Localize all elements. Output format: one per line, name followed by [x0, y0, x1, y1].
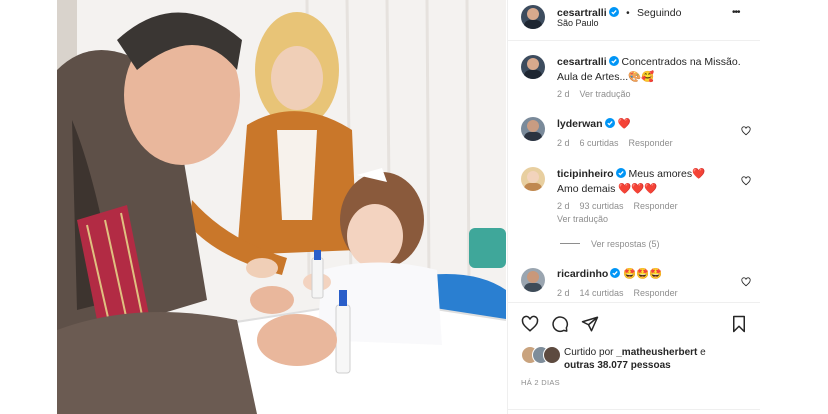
comment-meta: 2 d 6 curtidas Responder: [557, 138, 683, 148]
verified-icon: [608, 56, 619, 70]
comment-text: ❤️: [617, 118, 631, 130]
comment-text-line2: Amo demais ❤️❤️❤️: [557, 183, 658, 195]
comment-ricardinho: ricardinho 🤩🤩🤩: [557, 267, 663, 282]
separator-dot: •: [626, 8, 630, 19]
reply-button[interactable]: Responder: [634, 288, 678, 298]
post-photo: [57, 0, 506, 414]
see-translation-link[interactable]: Ver tradução: [557, 214, 608, 224]
liked-by-others[interactable]: outras 38.077 pessoas: [564, 360, 671, 371]
share-send-icon[interactable]: [581, 315, 599, 338]
comment-avatar-lyderwan[interactable]: [521, 117, 545, 141]
author-avatar[interactable]: [521, 5, 545, 29]
comment-text: 🤩🤩🤩: [623, 268, 663, 280]
caption-text-line1: Concentrados na Missão.: [621, 56, 741, 68]
verified-icon: [608, 4, 619, 22]
comment-like-heart-icon[interactable]: [741, 173, 751, 191]
caption-time[interactable]: 2 d: [557, 89, 570, 99]
comment-box-divider: [508, 409, 761, 410]
comment-username[interactable]: ricardinho: [557, 268, 608, 280]
comment-lyderwan: lyderwan ❤️: [557, 117, 631, 132]
see-translation-link[interactable]: Ver tradução: [580, 89, 631, 99]
comment-meta: 2 d 14 curtidas Responder: [557, 288, 688, 298]
comment-time[interactable]: 2 d: [557, 288, 570, 298]
comment-likes[interactable]: 6 curtidas: [580, 138, 619, 148]
comment-username[interactable]: ticipinheiro: [557, 168, 614, 180]
post-photo-illustration: [57, 0, 506, 414]
comment-time[interactable]: 2 d: [557, 201, 570, 211]
liked-by-prefix: Curtido por: [564, 347, 614, 358]
comment-like-heart-icon[interactable]: [741, 123, 751, 141]
save-bookmark-icon[interactable]: [731, 315, 747, 338]
comment-likes[interactable]: 14 curtidas: [580, 288, 624, 298]
post-side-panel: cesartralli • Seguindo São Paulo ••• ces…: [507, 0, 761, 414]
post-location[interactable]: São Paulo: [557, 18, 599, 28]
comment-avatar-ticipinheiro[interactable]: [521, 167, 545, 191]
liker-avatar[interactable]: [543, 346, 561, 364]
more-options-icon[interactable]: •••: [732, 7, 740, 18]
reply-button[interactable]: Responder: [634, 201, 678, 211]
post-header: cesartralli • Seguindo São Paulo •••: [508, 0, 761, 41]
comment-username[interactable]: lyderwan: [557, 118, 603, 130]
follow-status[interactable]: Seguindo: [637, 7, 681, 19]
caption-avatar[interactable]: [521, 55, 545, 79]
modal-backdrop-edge[interactable]: [760, 0, 828, 414]
comment-ticipinheiro: ticipinheiro Meus amores❤️ Amo demais ❤️…: [557, 167, 705, 196]
comment-meta: 2 d 93 curtidas Responder: [557, 201, 688, 211]
comment-likes[interactable]: 93 curtidas: [580, 201, 624, 211]
comment-bubble-icon[interactable]: [551, 315, 569, 338]
post-actions-bar: Curtido por _matheusherbert e outras 38.…: [508, 302, 761, 410]
liked-by-conj: e: [700, 347, 706, 358]
view-replies-button[interactable]: Ver respostas (5): [591, 239, 660, 249]
liked-by-text: Curtido por _matheusherbert e outras 38.…: [564, 346, 754, 372]
caption-text-line2: Aula de Artes...: [557, 71, 629, 83]
like-heart-icon[interactable]: [521, 315, 539, 338]
caption-emojis: 🎨🥰: [628, 71, 655, 83]
comment-avatar-ricardinho[interactable]: [521, 268, 545, 292]
liked-by-user[interactable]: _matheusherbert: [616, 347, 697, 358]
verified-icon: [604, 118, 615, 132]
post-timestamp[interactable]: HÁ 2 DIAS: [521, 378, 560, 387]
caption-meta: 2 d Ver tradução: [557, 89, 641, 99]
replies-divider: [560, 243, 580, 244]
comment-time[interactable]: 2 d: [557, 138, 570, 148]
liked-by-avatars: [521, 346, 563, 364]
reply-button[interactable]: Responder: [629, 138, 673, 148]
verified-icon: [615, 168, 626, 182]
caption: cesartralli Concentrados na Missão. Aula…: [557, 55, 752, 84]
comment-text: Meus amores❤️: [628, 168, 706, 180]
comment-like-heart-icon[interactable]: [741, 274, 751, 292]
verified-icon: [610, 268, 621, 282]
caption-username[interactable]: cesartralli: [557, 56, 607, 68]
